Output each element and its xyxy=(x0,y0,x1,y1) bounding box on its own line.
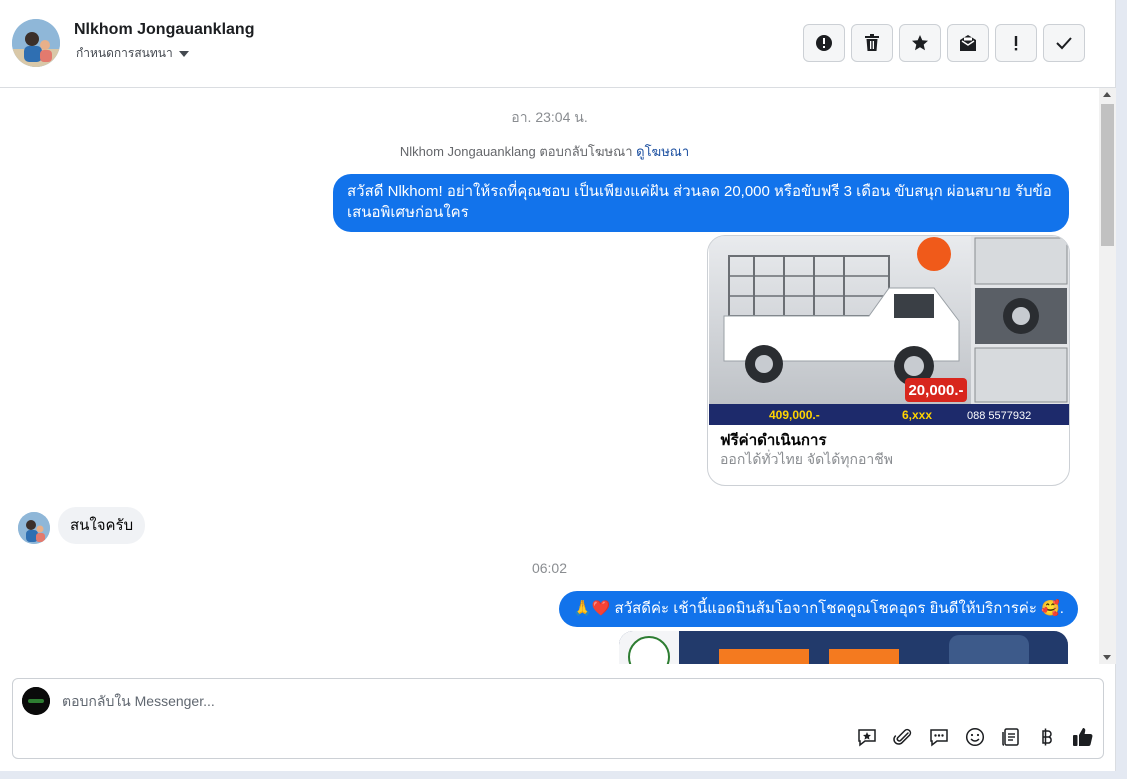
chat-icon xyxy=(930,729,948,747)
saved-reply-icon xyxy=(858,729,876,747)
form-button[interactable] xyxy=(999,725,1023,749)
timestamp: 06:02 xyxy=(531,560,568,576)
exclamation-icon xyxy=(1014,36,1018,51)
alert-circle-icon xyxy=(816,35,832,51)
attached-image[interactable] xyxy=(619,631,1068,664)
report-button[interactable] xyxy=(803,24,845,62)
discount-text: 20,000.- xyxy=(908,382,963,399)
star-button[interactable] xyxy=(899,24,941,62)
message-thread: อา. 23:04 น. Nlkhom Jongauanklang ตอบกลั… xyxy=(0,88,1099,664)
thread-scrollbar[interactable] xyxy=(1099,88,1116,664)
scroll-thumb[interactable] xyxy=(1101,104,1114,246)
delete-button[interactable] xyxy=(851,24,893,62)
assign-conversation-dropdown[interactable]: กำหนดการสนทนา xyxy=(76,44,189,63)
ad-image: 20,000.- 409,000.- 6,xxx 088 5577932 xyxy=(709,236,1069,425)
mark-unread-icon xyxy=(960,35,976,51)
contact-name: Nlkhom Jongauanklang xyxy=(74,21,255,38)
saved-reply-button[interactable] xyxy=(855,725,879,749)
contact-avatar[interactable] xyxy=(12,19,60,67)
baht-icon xyxy=(1042,728,1052,746)
trash-icon xyxy=(865,34,879,51)
page-avatar xyxy=(22,687,50,715)
conversation-header: Nlkhom Jongauanklang กำหนดการสนทนา xyxy=(0,0,1116,88)
form-icon xyxy=(1002,728,1019,746)
view-ad-link[interactable]: ดูโฆษณา xyxy=(636,144,689,159)
conversation-panel: Nlkhom Jongauanklang กำหนดการสนทนา อา. 2… xyxy=(0,0,1116,771)
outgoing-message: สวัสดี Nlkhom! อย่าให้รถที่คุณชอบ เป็นเพ… xyxy=(333,174,1069,232)
attach-button[interactable] xyxy=(891,725,915,749)
thumbs-up-icon xyxy=(1073,728,1093,746)
payment-button[interactable] xyxy=(1035,725,1059,749)
star-icon xyxy=(912,35,928,51)
mark-done-button[interactable] xyxy=(1043,24,1085,62)
incoming-message: สนใจครับ xyxy=(58,507,146,544)
ad-reply-note: Nlkhom Jongauanklang ตอบกลับโฆษณา ดูโฆษณ… xyxy=(0,141,1089,162)
scroll-down-arrow-icon[interactable] xyxy=(1103,655,1111,660)
spam-button[interactable] xyxy=(995,24,1037,62)
contact-avatar-small xyxy=(18,512,50,544)
ad-card[interactable]: 20,000.- 409,000.- 6,xxx 088 5577932 ฟรี… xyxy=(707,235,1070,486)
ad-subtitle: ออกได้ทั่วไทย จัดได้ทุกอาชีพ xyxy=(720,451,894,467)
price-text: 409,000.- xyxy=(769,408,820,422)
composer-actions xyxy=(855,725,1095,749)
reply-composer xyxy=(12,678,1104,759)
timestamp: อา. 23:04 น. xyxy=(511,109,588,125)
reply-input[interactable] xyxy=(62,690,762,712)
emoji-icon xyxy=(965,727,985,747)
mark-unread-button[interactable] xyxy=(947,24,989,62)
phone-text: 088 5577932 xyxy=(967,410,1031,422)
scroll-up-arrow-icon[interactable] xyxy=(1103,92,1111,97)
check-icon xyxy=(1056,37,1072,50)
installment-text: 6,xxx xyxy=(902,408,932,422)
outgoing-message: 🙏❤️ สวัสดีค่ะ เช้านี้แอดมินส้มโอจากโชคคู… xyxy=(559,591,1078,627)
ad-reply-text: Nlkhom Jongauanklang ตอบกลับโฆษณา xyxy=(399,144,633,159)
chat-button[interactable] xyxy=(927,725,951,749)
conversation-toolbar xyxy=(803,24,1085,62)
attachment-icon xyxy=(893,728,912,745)
assign-label: กำหนดการสนทนา xyxy=(76,46,173,60)
emoji-button[interactable] xyxy=(963,725,987,749)
caret-down-icon xyxy=(178,51,189,57)
like-button[interactable] xyxy=(1071,725,1095,749)
